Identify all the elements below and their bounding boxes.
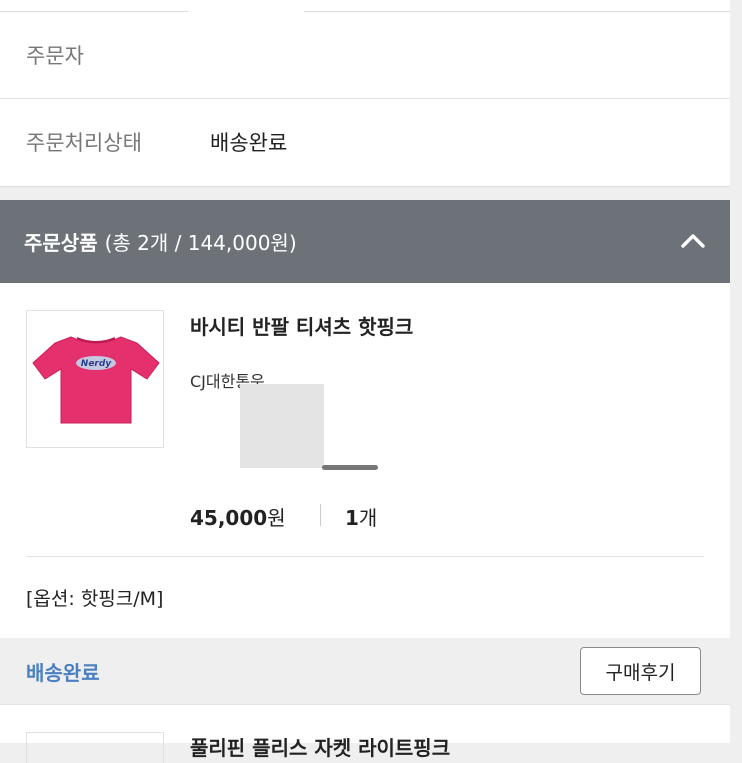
- price-unit: 원: [267, 506, 286, 530]
- order-info-card: 주문자 주문처리상태 배송완료: [0, 0, 730, 187]
- section-title-text: 주문상품: [24, 231, 98, 255]
- redacted-area: [240, 384, 324, 468]
- product-price: 45,000원: [190, 502, 286, 531]
- price-value: 45,000: [190, 506, 268, 530]
- quantity-unit: 개: [358, 506, 378, 530]
- order-status-value: 배송완료: [210, 131, 288, 155]
- product-name[interactable]: 풀리핀 플리스 자켓 라이트핑크: [190, 732, 450, 761]
- product-card: Nerdy 바시티 반팔 티셔츠 핫핑크 CJ대한통운 45,000원 1개 […: [0, 283, 730, 638]
- quantity-value: 1: [345, 506, 359, 530]
- chevron-up-icon[interactable]: [680, 228, 706, 254]
- tshirt-image: Nerdy: [32, 336, 160, 424]
- product-thumbnail[interactable]: Nerdy: [26, 310, 164, 448]
- orderer-row: 주문자: [0, 12, 730, 99]
- write-review-button[interactable]: 구매후기: [580, 647, 701, 695]
- order-status-row: 주문처리상태 배송완료: [0, 99, 730, 185]
- redacted-mark: [322, 465, 378, 470]
- divider: [26, 556, 704, 557]
- product-thumbnail[interactable]: [26, 732, 164, 763]
- delivery-status: 배송완료: [26, 661, 100, 685]
- section-title: 주문상품 (총 2개 / 144,000원): [24, 227, 297, 256]
- product-card: 풀리핀 플리스 자켓 라이트핑크: [0, 704, 730, 763]
- order-items-header[interactable]: 주문상품 (총 2개 / 144,000원): [0, 200, 730, 283]
- orderer-label: 주문자: [26, 44, 84, 68]
- delivery-status-bar: 배송완료 구매후기: [0, 638, 730, 704]
- price-qty-divider: [320, 504, 321, 526]
- shirt-logo-text: Nerdy: [81, 359, 113, 369]
- product-name[interactable]: 바시티 반팔 티셔츠 핫핑크: [190, 311, 413, 340]
- product-option: [옵션: 핫핑크/M]: [26, 588, 164, 610]
- product-quantity: 1개: [345, 502, 377, 531]
- order-status-label: 주문처리상태: [26, 131, 142, 155]
- section-summary: (총 2개 / 144,000원): [104, 231, 297, 255]
